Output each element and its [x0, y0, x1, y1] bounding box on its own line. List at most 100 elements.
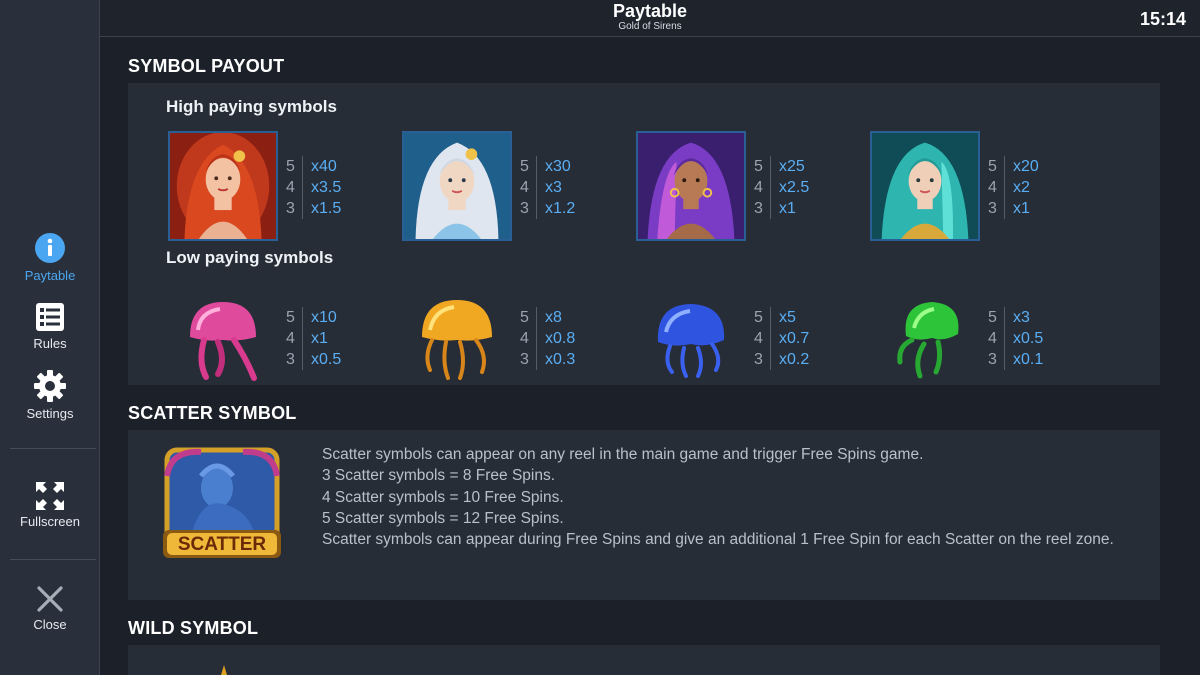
- pay-multiplier: x0.1: [1013, 350, 1044, 368]
- pay-multiplier: x10: [311, 308, 337, 326]
- pay-multiplier: x3.5: [311, 178, 342, 196]
- pay-count: 5: [286, 308, 295, 326]
- pay-divider: [1004, 177, 1005, 198]
- pay-row: 3 x1.2: [520, 198, 575, 219]
- pay-count: 3: [520, 199, 529, 217]
- purple-siren-icon: [636, 131, 746, 241]
- pay-multiplier: x0.5: [1013, 329, 1044, 347]
- pay-divider: [770, 156, 771, 177]
- pay-row: 4 x2.5: [754, 177, 809, 198]
- pay-count: 3: [520, 350, 529, 368]
- yellow-jellyfish-icon: [422, 300, 492, 380]
- pay-table: 5 x8 4 x0.8 3 x0.3: [520, 307, 575, 370]
- pay-row: 5 x10: [286, 307, 341, 328]
- pay-divider: [536, 328, 537, 349]
- pay-multiplier: x1.2: [545, 199, 576, 217]
- pay-count: 5: [754, 308, 763, 326]
- pay-count: 3: [988, 350, 997, 368]
- pay-row: 4 x3.5: [286, 177, 341, 198]
- green-jellyfish-icon: [897, 302, 959, 379]
- red-siren-icon: [168, 131, 278, 241]
- paytable-content[interactable]: SYMBOL PAYOUT High paying symbols 5 x40 4…: [100, 38, 1200, 675]
- pay-divider: [770, 198, 771, 219]
- sidebar-item-paytable[interactable]: Paytable: [0, 232, 100, 283]
- pay-divider: [536, 307, 537, 328]
- list-icon: [36, 303, 64, 331]
- pay-multiplier: x30: [545, 157, 571, 175]
- pay-count: 4: [520, 178, 529, 196]
- pay-count: 4: [988, 329, 997, 347]
- pay-divider: [302, 198, 303, 219]
- pay-count: 3: [754, 350, 763, 368]
- scatter-line: 4 Scatter symbols = 10 Free Spins.: [322, 488, 564, 506]
- sidebar-item-settings[interactable]: Settings: [0, 370, 100, 421]
- sidebar-item-label: Close: [33, 617, 67, 632]
- symbol-yellow-jellyfish: 5 x8 4 x0.8 3 x0.3: [402, 282, 632, 394]
- scatter-panel: SCATTER Scatter symbols can appear on an…: [128, 430, 1160, 600]
- pay-row: 4 x0.7: [754, 328, 809, 349]
- pay-divider: [1004, 307, 1005, 328]
- silver-siren-icon: [402, 131, 512, 241]
- pay-divider: [302, 328, 303, 349]
- scatter-line: 3 Scatter symbols = 8 Free Spins.: [322, 467, 556, 485]
- pay-row: 4 x3: [520, 177, 575, 198]
- pay-table: 5 x25 4 x2.5 3 x1: [754, 156, 809, 219]
- pay-multiplier: x1.5: [311, 199, 342, 217]
- pay-count: 4: [988, 178, 997, 196]
- pay-row: 3 x1: [754, 198, 809, 219]
- wild-symbol-title: WILD SYMBOL: [128, 618, 259, 638]
- pay-count: 5: [286, 157, 295, 175]
- pay-table: 5 x40 4 x3.5 3 x1.5: [286, 156, 341, 219]
- teal-siren-icon: [870, 131, 980, 241]
- sidebar-item-fullscreen[interactable]: Fullscreen: [0, 482, 100, 529]
- pay-divider: [770, 328, 771, 349]
- pay-divider: [302, 156, 303, 177]
- sidebar-item-label: Rules: [33, 336, 67, 351]
- pay-multiplier: x0.7: [779, 329, 810, 347]
- pay-row: 3 x1: [988, 198, 1039, 219]
- pay-row: 3 x0.3: [520, 349, 575, 370]
- blue-jellyfish-icon: [657, 304, 725, 378]
- pay-divider: [536, 198, 537, 219]
- sidebar-item-label: Paytable: [24, 268, 76, 283]
- scatter-icon: SCATTER: [163, 447, 281, 558]
- pay-divider: [770, 307, 771, 328]
- scatter-line: Scatter symbols can appear on any reel i…: [322, 446, 924, 463]
- pay-count: 5: [988, 308, 997, 326]
- symbol-payout-panel: High paying symbols 5 x40 4 x3.5 3 x1.5: [128, 83, 1160, 385]
- pay-multiplier: x8: [545, 308, 562, 326]
- page-title: Paytable: [612, 1, 688, 21]
- pay-divider: [302, 177, 303, 198]
- pay-count: 5: [520, 157, 529, 175]
- pay-count: 3: [754, 199, 763, 217]
- pay-divider: [1004, 349, 1005, 370]
- scatter-description: Scatter symbols can appear on any reel i…: [322, 444, 1132, 550]
- pay-row: 5 x8: [520, 307, 575, 328]
- symbol-green-jellyfish: 5 x3 4 x0.5 3 x0.1: [870, 282, 1100, 394]
- high-paying-title: High paying symbols: [166, 97, 337, 116]
- pay-row: 3 x0.5: [286, 349, 341, 370]
- pay-table: 5 x5 4 x0.7 3 x0.2: [754, 307, 809, 370]
- pay-row: 4 x0.8: [520, 328, 575, 349]
- gear-icon: [34, 370, 66, 402]
- pay-multiplier: x2: [1013, 178, 1030, 196]
- pay-row: 5 x3: [988, 307, 1043, 328]
- wild-panel: [128, 645, 1160, 675]
- pay-multiplier: x40: [311, 157, 337, 175]
- scatter-line: Scatter symbols can appear during Free S…: [322, 531, 1114, 549]
- pay-count: 5: [754, 157, 763, 175]
- pay-multiplier: x0.5: [311, 350, 342, 368]
- fullscreen-icon: [36, 482, 64, 510]
- pay-count: 3: [988, 199, 997, 217]
- pay-divider: [536, 177, 537, 198]
- pay-multiplier: x25: [779, 157, 805, 175]
- sidebar-item-label: Settings: [26, 406, 74, 421]
- clock: 15:14: [1139, 9, 1186, 29]
- pay-divider: [1004, 198, 1005, 219]
- sidebar-item-rules[interactable]: Rules: [0, 302, 100, 351]
- pay-multiplier: x0.8: [545, 329, 576, 347]
- pay-count: 4: [286, 329, 295, 347]
- pay-divider: [536, 349, 537, 370]
- sidebar-divider: [10, 559, 96, 560]
- sidebar-item-close[interactable]: Close: [0, 585, 100, 632]
